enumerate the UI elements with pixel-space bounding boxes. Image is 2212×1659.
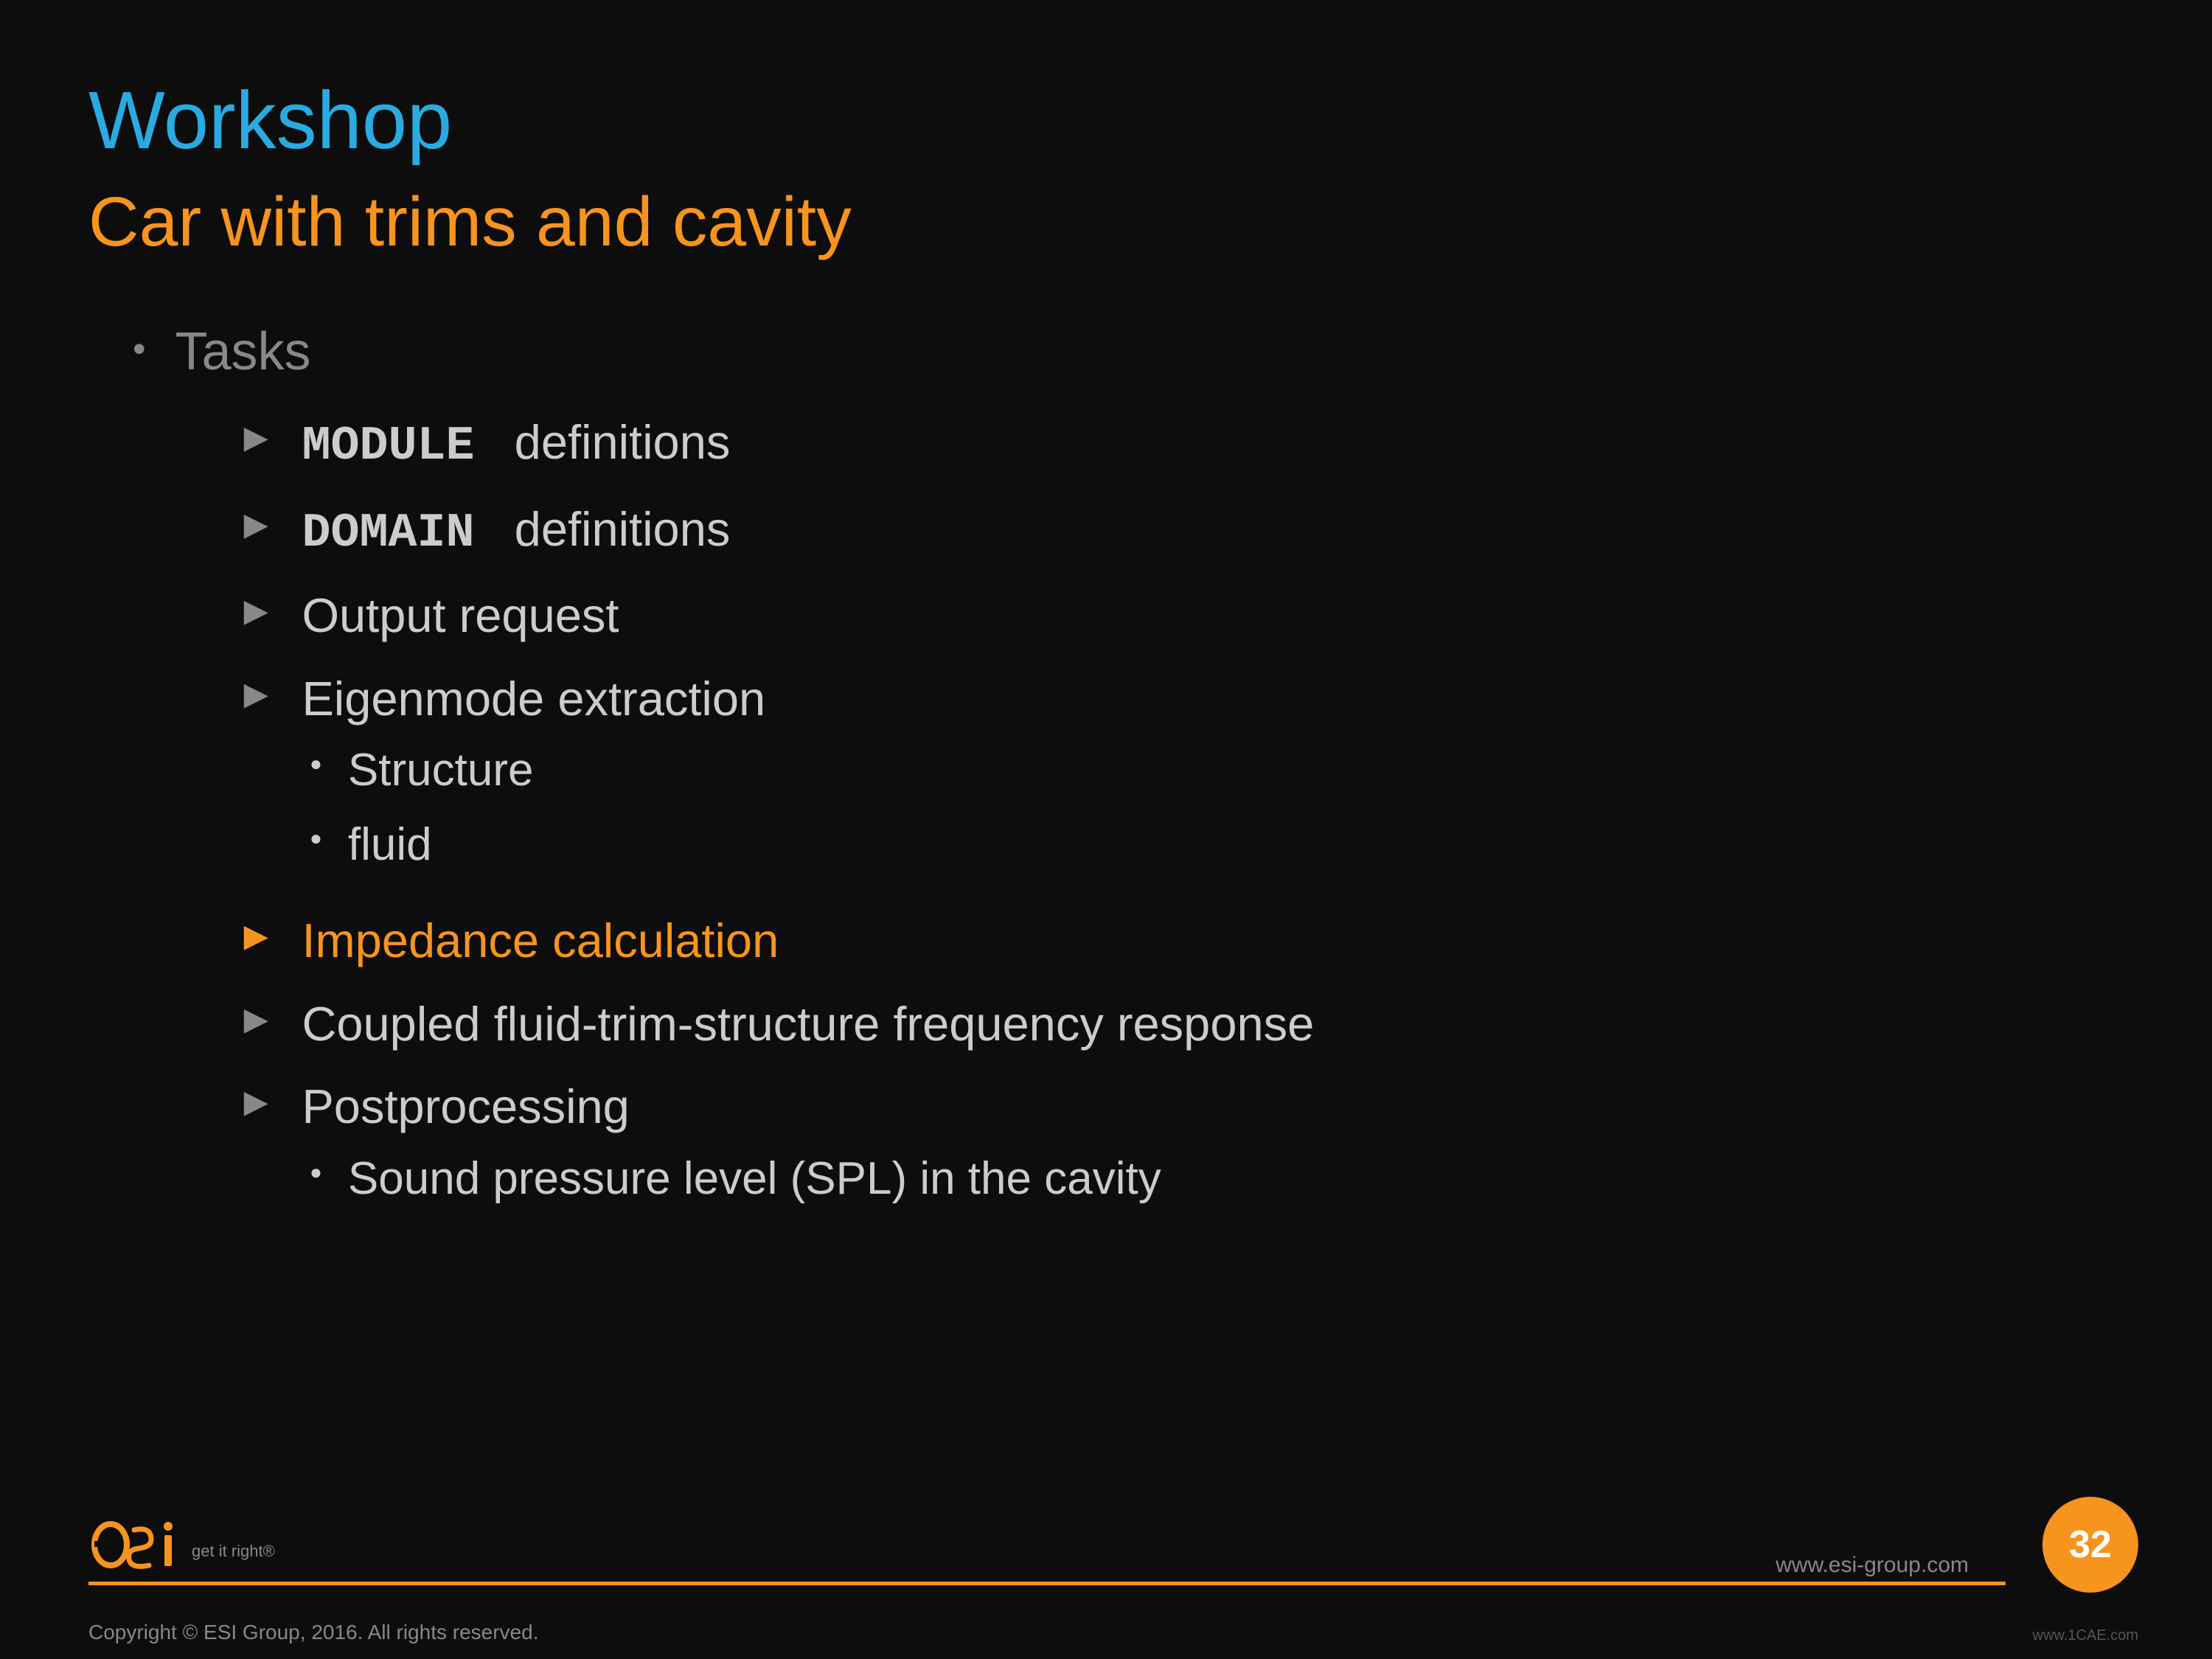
circle-bullet: ●	[310, 752, 322, 776]
arrow-icon: ►	[236, 500, 276, 549]
item-text: MODULE definitions	[302, 411, 730, 478]
sub-sub-list: ● Structure ● fluid	[236, 741, 533, 889]
sub-sub-item: ● Structure	[310, 741, 533, 801]
content-area: • Tasks ► MODULE definitions ► DOMAIN de…	[88, 321, 2124, 1223]
normal-text: definitions	[488, 502, 731, 556]
page-title: Workshop	[88, 74, 2124, 167]
item-text: Output request	[302, 585, 619, 647]
arrow-icon: ►	[236, 1077, 276, 1126]
arrow-icon: ►	[236, 586, 276, 635]
tasks-bullet: •	[133, 327, 146, 370]
footer-line	[88, 1582, 2006, 1585]
get-it-right-label: get it right®	[192, 1542, 275, 1561]
item-text: Eigenmode extraction	[302, 668, 765, 731]
tasks-item: • Tasks	[133, 321, 2124, 382]
list-item: ► Impedance calculation	[236, 910, 2124, 973]
footer-logo: get it right®	[88, 1519, 275, 1578]
slide-container: Workshop Car with trims and cavity • Tas…	[0, 0, 2212, 1659]
footer: get it right® Copyright © ESI Group, 201…	[0, 1563, 2212, 1659]
circle-bullet: ●	[310, 827, 322, 850]
website-text: www.esi-group.com	[1775, 1553, 1969, 1578]
sub-sub-item: ● fluid	[310, 815, 533, 875]
sub-sub-text: Sound pressure level (SPL) in the cavity	[348, 1150, 1161, 1209]
watermark-text: www.1CAE.com	[2033, 1627, 2138, 1644]
sub-sub-list: ● Sound pressure level (SPL) in the cavi…	[236, 1150, 1161, 1224]
logo-container: get it right®	[88, 1519, 275, 1578]
normal-text: definitions	[488, 415, 731, 469]
copyright-text: Copyright © ESI Group, 2016. All rights …	[88, 1621, 538, 1644]
arrow-icon: ►	[236, 995, 276, 1043]
bold-keyword: DOMAIN	[302, 506, 474, 560]
list-item: ► DOMAIN definitions	[236, 498, 2124, 565]
item-text-orange: Impedance calculation	[302, 910, 779, 973]
esi-logo-svg	[88, 1519, 184, 1578]
list-item: ► Coupled fluid-trim-structure frequency…	[236, 993, 2124, 1056]
arrow-icon: ►	[236, 911, 276, 960]
sub-sub-text: Structure	[348, 741, 534, 801]
list-item: ► MODULE definitions	[236, 411, 2124, 478]
page-number-badge: 32	[2042, 1497, 2138, 1593]
item-text: Postprocessing	[302, 1076, 629, 1138]
circle-bullet: ●	[310, 1161, 322, 1184]
sub-sub-item: ● Sound pressure level (SPL) in the cavi…	[310, 1150, 1161, 1209]
sub-sub-text: fluid	[348, 815, 432, 875]
item-text: DOMAIN definitions	[302, 498, 730, 565]
arrow-icon: ►	[236, 669, 276, 718]
item-text: Coupled fluid-trim-structure frequency r…	[302, 993, 1314, 1056]
list-item: ► Postprocessing ● Sound pressure level …	[236, 1076, 2124, 1223]
list-item: ► Eigenmode extraction ● Structure ● flu…	[236, 668, 2124, 890]
list-item: ► Output request	[236, 585, 2124, 647]
page-subtitle: Car with trims and cavity	[88, 182, 2124, 262]
tasks-label: Tasks	[175, 321, 311, 382]
page-number: 32	[2069, 1523, 2112, 1567]
sub-list: ► MODULE definitions ► DOMAIN definition…	[133, 411, 2124, 1223]
bold-keyword: MODULE	[302, 419, 474, 473]
arrow-icon: ►	[236, 413, 276, 462]
